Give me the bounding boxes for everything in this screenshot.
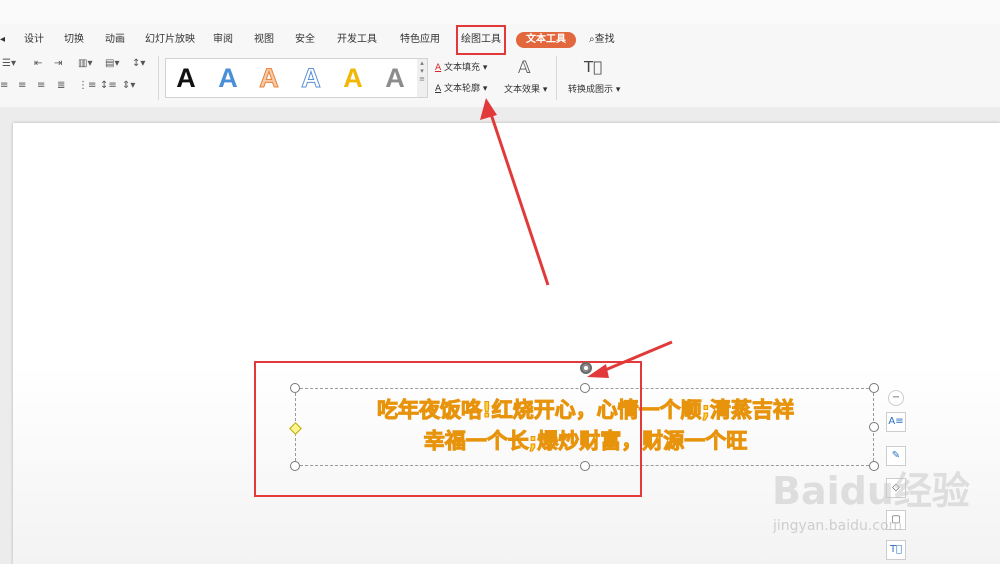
text-style-gallery: A A A A A A — [165, 58, 419, 98]
text-outline-icon: A — [435, 84, 442, 94]
resize-handle-top-right[interactable] — [869, 383, 879, 393]
distribute-icon[interactable]: ⋮≡ — [78, 80, 96, 91]
resize-handle-top[interactable] — [580, 383, 590, 393]
tab-developer[interactable]: 开发工具 — [337, 30, 377, 50]
convert-to-smartart-button[interactable]: 转换成图示 ▾ — [568, 82, 620, 95]
tab-security[interactable]: 安全 — [295, 30, 315, 50]
text-style-gray[interactable]: A — [378, 62, 412, 94]
text-effect-label: 文本效果 — [504, 85, 541, 95]
tab-special[interactable]: 特色应用 — [400, 30, 440, 50]
ribbon-tabs: ◂ 设计 切换 动画 幻灯片放映 审阅 视图 安全 开发工具 特色应用 绘图工具… — [0, 25, 1000, 55]
align-right-icon[interactable]: ≡ — [37, 80, 45, 91]
text-outline-button[interactable]: A 文本轮廓 ▾ — [435, 81, 487, 94]
justify-icon[interactable]: ≣ — [57, 80, 65, 91]
column-icon[interactable]: ▥▾ — [78, 58, 92, 69]
convert-to-smartart-icon[interactable]: T⃞ — [584, 58, 602, 76]
resize-handle-top-left[interactable] — [290, 383, 300, 393]
text-layout-icon[interactable]: A≡ — [886, 412, 906, 432]
line-spacing-icon[interactable]: ↕≡ — [100, 80, 117, 91]
tab-find-label: 查找 — [594, 34, 615, 45]
ribbon-separator — [556, 56, 557, 100]
tab-text-tools[interactable]: 文本工具 — [516, 32, 576, 48]
text-style-blue-outline[interactable]: A — [294, 62, 328, 94]
text-fill-icon: A — [435, 63, 442, 73]
gallery-scroll[interactable]: ▴ ▾ ≡ — [417, 58, 428, 98]
align-center-icon[interactable]: ≡ — [18, 80, 26, 91]
text-style-black[interactable]: A — [169, 62, 203, 94]
ribbon-separator — [158, 56, 159, 100]
bullet-list-icon[interactable]: ☰▾ — [2, 58, 16, 69]
text-style-orange-outline[interactable]: A — [252, 62, 286, 94]
text-style-blue[interactable]: A — [211, 62, 245, 94]
paragraph-spacing-icon[interactable]: ⇕▾ — [122, 80, 135, 91]
text-direction-icon[interactable]: ▤▾ — [105, 58, 119, 69]
align-left-icon[interactable]: ≡ — [0, 80, 8, 91]
tab-overflow-icon[interactable]: ◂ — [0, 30, 5, 50]
collapse-icon[interactable]: − — [888, 390, 904, 406]
align-text-icon[interactable]: ↕▾ — [132, 58, 145, 69]
rotate-handle-icon[interactable] — [580, 362, 592, 374]
convert-smartart-side-icon[interactable]: T⃞ — [886, 540, 906, 560]
tab-slideshow[interactable]: 幻灯片放映 — [145, 30, 195, 50]
annotation-highlight-box — [254, 361, 642, 497]
title-bar-strip — [0, 0, 1000, 25]
tab-design[interactable]: 设计 — [24, 30, 44, 50]
baidu-watermark-url: jingyan.baidu.com — [773, 518, 903, 534]
indent-decrease-icon[interactable]: ⇤ — [34, 58, 42, 69]
text-style-yellow[interactable]: A — [336, 62, 370, 94]
tab-review[interactable]: 审阅 — [213, 30, 233, 50]
baidu-watermark: Baidu经验 — [772, 469, 970, 513]
text-fill-button[interactable]: A 文本填充 ▾ — [435, 60, 487, 73]
tab-view[interactable]: 视图 — [254, 30, 274, 50]
resize-handle-right[interactable] — [869, 422, 879, 432]
text-fill-label: 文本填充 — [444, 63, 481, 73]
tab-drawing-tools[interactable]: 绘图工具 — [456, 25, 506, 55]
resize-handle-bottom-left[interactable] — [290, 461, 300, 471]
text-outline-label: 文本轮廓 — [444, 84, 481, 94]
tab-find[interactable]: ⌕查找 — [589, 30, 615, 50]
tab-transition[interactable]: 切换 — [64, 30, 84, 50]
convert-label: 转换成图示 — [568, 85, 614, 95]
text-effect-button[interactable]: 文本效果 ▾ — [504, 82, 547, 95]
text-effect-icon[interactable]: 𝔸 — [518, 58, 531, 78]
resize-handle-bottom[interactable] — [580, 461, 590, 471]
tab-animation[interactable]: 动画 — [105, 30, 125, 50]
indent-increase-icon[interactable]: ⇥ — [54, 58, 62, 69]
